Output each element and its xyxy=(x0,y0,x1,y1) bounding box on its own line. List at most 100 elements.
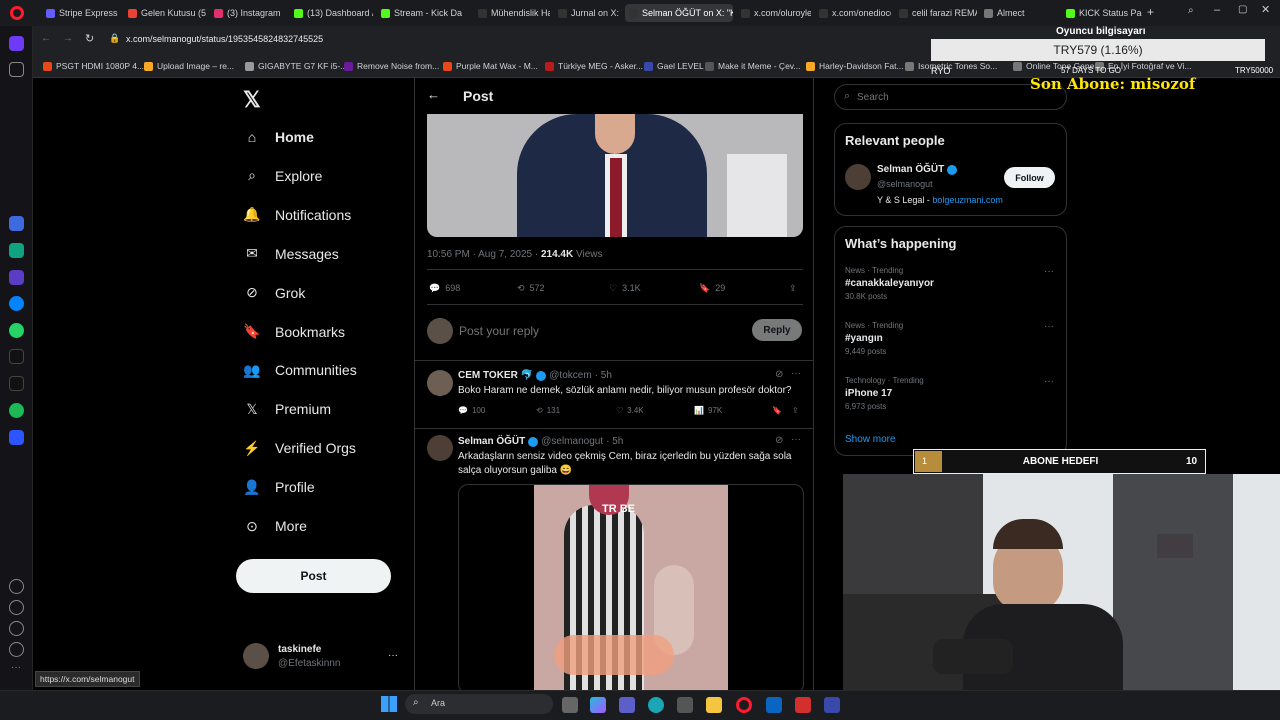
reply-time[interactable]: · 5h xyxy=(595,370,612,381)
forward-nav-icon[interactable]: → xyxy=(63,33,73,44)
search-tabs-icon[interactable]: ⌕ xyxy=(1188,5,1194,16)
share-icon[interactable]: ⇪ xyxy=(792,406,799,415)
trend-item[interactable]: News · Trending #yangın 9,449 posts ··· xyxy=(845,321,1060,356)
more-icon[interactable]: ··· xyxy=(791,368,801,379)
browser-tab[interactable]: Stripe Express xyxy=(42,4,120,22)
bookmark-item[interactable]: Make it Meme - Çev... xyxy=(705,59,801,73)
chatgpt-icon[interactable] xyxy=(9,243,24,258)
browser-tab[interactable]: (13) Dashboard / xyxy=(290,4,373,22)
tiktok-icon[interactable] xyxy=(9,349,24,364)
home-shortcut-icon[interactable] xyxy=(9,36,24,51)
star-icon[interactable] xyxy=(9,62,24,77)
file-explorer-icon[interactable] xyxy=(706,697,722,713)
browser-tab[interactable]: Selman ÖĞÜT on X: "Kem xyxy=(625,4,733,22)
reply-button[interactable]: Reply xyxy=(752,319,802,341)
reply-tweet[interactable]: Selman ÖĞÜT @selmanogut · 5h ⊘ ··· Arkad… xyxy=(415,430,813,690)
reply-tweet[interactable]: CEM TOKER 🐬 @tokcem · 5h ⊘ ··· Boko Hara… xyxy=(415,364,813,424)
author-name[interactable]: CEM TOKER xyxy=(458,370,518,381)
start-button[interactable] xyxy=(381,696,397,712)
browser-tab[interactable]: (3) Instagram xyxy=(210,4,286,22)
bulb-icon[interactable] xyxy=(9,642,24,657)
history-icon[interactable] xyxy=(9,600,24,615)
wps-icon[interactable] xyxy=(795,697,811,713)
bookmark-item[interactable]: Gael LEVEL xyxy=(644,59,704,73)
bookmark-item[interactable]: Harley-Davidson Fat... xyxy=(806,59,904,73)
bookmark-item[interactable]: Türkiye MEG - Asker... xyxy=(545,59,643,73)
opera-icon[interactable] xyxy=(736,697,752,713)
bookmark-item[interactable]: Purple Mat Wax - M... xyxy=(443,59,538,73)
repost-action[interactable]: ⟲ 572 xyxy=(517,283,545,294)
trend-item[interactable]: Technology · Trending iPhone 17 6,973 post… xyxy=(845,376,1060,411)
nav-item-communities[interactable]: 👥 Communities xyxy=(243,355,356,385)
outlook-icon[interactable] xyxy=(766,697,782,713)
trend-more-icon[interactable]: ··· xyxy=(1044,321,1054,332)
minimize-button[interactable]: – xyxy=(1214,4,1220,16)
nav-item-notifications[interactable]: 🔔 Notifications xyxy=(243,200,351,230)
avatar[interactable] xyxy=(427,435,453,461)
lock-icon[interactable]: 🔒 xyxy=(109,33,120,44)
nav-item-profile[interactable]: 👤 Profile xyxy=(243,472,314,502)
browser-tab[interactable]: celil farazi REMA xyxy=(895,4,977,22)
heart-icon[interactable] xyxy=(9,579,24,594)
messenger-icon[interactable] xyxy=(9,296,24,311)
like-action[interactable]: ♡ 3.4K xyxy=(616,406,644,415)
browser-tab[interactable]: x.com/oluroyle6 xyxy=(737,4,811,22)
account-more-icon[interactable]: ··· xyxy=(388,650,398,661)
views-action[interactable]: 📊 97K xyxy=(694,406,722,415)
trend-more-icon[interactable]: ··· xyxy=(1044,266,1054,277)
grok-icon[interactable]: ⊘ xyxy=(775,369,783,380)
reload-icon[interactable]: ↻ xyxy=(85,32,94,45)
bookmark-item[interactable]: GIGABYTE G7 KF i5-... xyxy=(245,59,347,73)
nav-item-more[interactable]: ⊙ More xyxy=(243,511,307,541)
more-icon[interactable]: ··· xyxy=(791,434,801,445)
close-window-button[interactable]: ✕ xyxy=(1261,3,1270,16)
repost-action[interactable]: ⟲ 131 xyxy=(536,406,560,415)
maximize-button[interactable]: ▢ xyxy=(1238,4,1247,15)
post-button[interactable]: Post xyxy=(236,559,391,593)
back-arrow-icon[interactable]: ← xyxy=(427,87,440,102)
avatar[interactable] xyxy=(427,370,453,396)
x-logo-icon[interactable]: 𝕏 xyxy=(243,87,261,113)
reply-input[interactable] xyxy=(459,322,739,340)
browser-tab[interactable]: Gelen Kutusu (51 xyxy=(124,4,206,22)
app-shortcut-icon[interactable] xyxy=(9,430,24,445)
edge-icon[interactable] xyxy=(648,697,664,713)
reply-action[interactable]: 💬 698 xyxy=(429,283,460,294)
taskbar-search[interactable]: ⌕ Ara xyxy=(405,694,553,714)
app-shortcut-icon[interactable] xyxy=(9,216,24,231)
spotify-icon[interactable] xyxy=(9,403,24,418)
whatsapp-icon[interactable] xyxy=(9,323,24,338)
video-frame[interactable]: TR BE xyxy=(534,485,728,690)
bookmark-icon[interactable]: 🔖 xyxy=(772,406,782,415)
browser-tab[interactable]: Jurnal on X: "Did xyxy=(554,4,622,22)
nav-item-bookmarks[interactable]: 🔖 Bookmarks xyxy=(243,317,345,347)
like-action[interactable]: ♡ 3.1K xyxy=(609,283,641,294)
nav-item-home[interactable]: ⌂ Home xyxy=(243,122,314,152)
task-view-icon[interactable] xyxy=(562,697,578,713)
bookmark-action[interactable]: 🔖 29 xyxy=(699,283,725,294)
video-container[interactable]: TR BE xyxy=(458,484,804,690)
copilot-icon[interactable] xyxy=(590,697,606,713)
trend-more-icon[interactable]: ··· xyxy=(1044,376,1054,387)
store-icon[interactable] xyxy=(677,697,693,713)
avatar[interactable] xyxy=(845,164,871,190)
bookmark-item[interactable]: Remove Noise from... xyxy=(344,59,439,73)
url-field[interactable]: x.com/selmanogut/status/1953545824832745… xyxy=(126,34,323,44)
back-nav-icon[interactable]: ← xyxy=(41,33,51,44)
more-icon[interactable]: ··· xyxy=(11,662,21,673)
browser-tab[interactable]: Mühendislik Han xyxy=(474,4,550,22)
account-switcher[interactable]: taskinefe @Efetaskinnn ··· xyxy=(243,642,403,672)
post-image[interactable] xyxy=(427,114,803,237)
nav-item-explore[interactable]: ⌕ Explore xyxy=(243,161,322,191)
nav-item-premium[interactable]: 𝕏 Premium xyxy=(243,394,331,424)
teams-icon[interactable] xyxy=(619,697,635,713)
nav-item-grok[interactable]: ⊘ Grok xyxy=(243,278,305,308)
opera-logo-icon[interactable] xyxy=(10,6,24,20)
browser-tab[interactable]: Almect xyxy=(980,4,1052,22)
x-icon[interactable] xyxy=(9,376,24,391)
show-more-link[interactable]: Show more xyxy=(845,434,896,445)
author-handle[interactable]: @selmanogut xyxy=(541,436,603,447)
grok-icon[interactable]: ⊘ xyxy=(775,435,783,446)
trend-item[interactable]: News · Trending #canakkaleyanıyor 30.8K po… xyxy=(845,266,1060,301)
author-name[interactable]: Selman ÖĞÜT xyxy=(458,436,525,447)
